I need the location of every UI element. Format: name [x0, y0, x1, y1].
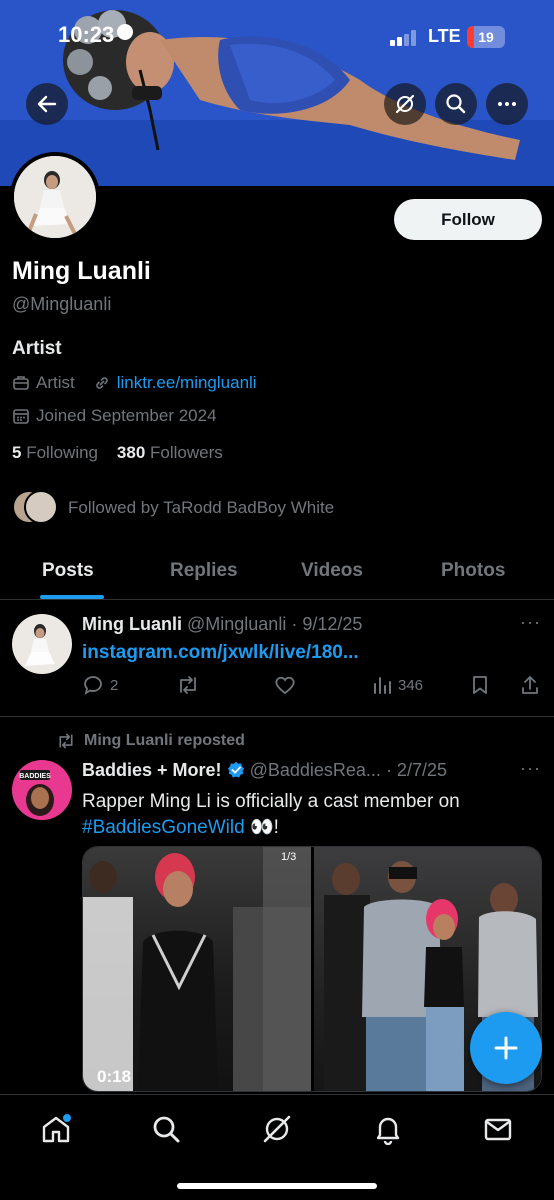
follow-counts: 5 Following 380 Followers — [12, 443, 223, 463]
post-text: Rapper Ming Li is officially a cast memb… — [82, 791, 460, 838]
post-actions: 2 346 — [82, 674, 542, 700]
calendar-icon — [13, 409, 29, 424]
back-button[interactable] — [26, 83, 68, 125]
more-button[interactable] — [486, 83, 528, 125]
bookmark-icon — [473, 676, 487, 694]
followed-by-avatars — [12, 488, 58, 528]
repost-indicator[interactable]: Ming Luanli reposted — [56, 732, 245, 750]
post-handle[interactable]: @BaddiesRea... — [250, 760, 381, 780]
followed-by-text: Followed by TaRodd BadBoy White — [68, 498, 335, 517]
video-image — [83, 847, 311, 1091]
profile-avatar[interactable] — [10, 152, 100, 242]
post-author[interactable]: Baddies + More! — [82, 760, 222, 780]
post-avatar[interactable] — [12, 614, 72, 674]
post-text: instagram.com/jxwlk/live/180... — [82, 642, 359, 664]
profile-bio: Artist — [12, 338, 62, 359]
video-duration: 0:18 — [97, 1067, 132, 1086]
followed-by-row[interactable]: Followed by TaRodd BadBoy White — [12, 488, 334, 528]
plus-icon — [494, 1036, 518, 1060]
video-thumbnail[interactable]: 0:18 1/3 — [83, 847, 311, 1091]
baddies-avatar-image: BADDIES — [12, 760, 72, 820]
bookmark-button[interactable] — [470, 674, 490, 696]
tab-photos[interactable]: Photos — [441, 560, 505, 582]
profile-joined-row: Joined September 2024 — [12, 406, 217, 426]
nav-messages[interactable] — [482, 1113, 514, 1145]
post-hashtag[interactable]: #BaddiesGoneWild — [82, 817, 245, 838]
post-more-button[interactable]: ··· — [520, 758, 541, 779]
status-time: 10:23 — [58, 22, 134, 48]
repost-icon — [180, 676, 196, 694]
battery-icon: 19 — [467, 26, 505, 48]
post-date: · 9/12/25 — [291, 614, 363, 634]
profile-tabs: Posts Replies Videos Photos — [0, 548, 554, 600]
profile-link[interactable]: linktr.ee/mingluanli — [117, 373, 257, 393]
post-link[interactable]: instagram.com/jxwlk/live/180... — [82, 642, 359, 663]
heart-icon — [275, 676, 295, 695]
home-icon — [42, 1114, 71, 1143]
post-header: Ming Luanli @Mingluanli · 9/12/25 — [82, 614, 362, 635]
mail-icon — [484, 1118, 512, 1141]
focus-face-icon — [117, 24, 134, 40]
reply-icon — [84, 676, 102, 695]
follow-button[interactable]: Follow — [394, 199, 542, 240]
views-icon — [374, 677, 391, 694]
avatar-text: BADDIES — [19, 773, 51, 780]
profile-name: Ming Luanli — [12, 257, 151, 285]
share-button[interactable] — [520, 674, 540, 696]
arrow-left-icon — [37, 95, 57, 113]
like-button[interactable] — [274, 674, 296, 696]
bell-icon — [376, 1117, 400, 1146]
briefcase-icon — [13, 376, 29, 390]
tab-posts[interactable]: Posts — [42, 560, 94, 582]
home-indicator — [177, 1183, 377, 1189]
post-author[interactable]: Ming Luanli — [82, 614, 182, 634]
grok-button[interactable] — [384, 83, 426, 125]
media-counter: 1/3 — [281, 851, 297, 863]
link-icon — [95, 377, 108, 389]
nav-home[interactable] — [40, 1113, 72, 1145]
follower-avatar — [24, 490, 58, 524]
grok-icon — [395, 94, 415, 114]
tab-replies[interactable]: Replies — [170, 560, 238, 582]
nav-grok[interactable] — [261, 1113, 293, 1145]
verified-badge-icon — [227, 761, 244, 778]
following-link[interactable]: 5 Following — [12, 443, 98, 462]
post-more-button[interactable]: ··· — [520, 612, 541, 633]
avatar-image — [25, 624, 55, 666]
nav-notifications[interactable] — [372, 1113, 404, 1146]
status-bar: 10:23 LTE 19 — [0, 22, 554, 54]
compose-button[interactable] — [470, 1012, 542, 1084]
profile-category: Artist — [36, 373, 75, 392]
tab-indicator — [40, 595, 104, 599]
profile-handle: @Mingluanli — [12, 294, 112, 314]
followers-link[interactable]: 380 Followers — [117, 443, 223, 462]
bottom-nav — [0, 1094, 554, 1200]
repost-icon — [59, 733, 73, 749]
nav-search[interactable] — [150, 1113, 182, 1145]
profile-meta-row: Artist linktr.ee/mingluanli — [12, 373, 257, 393]
search-button[interactable] — [435, 83, 477, 125]
signal-icon — [390, 30, 416, 46]
reply-button[interactable]: 2 — [82, 674, 118, 696]
post-date: · 2/7/25 — [385, 760, 447, 780]
repost-button[interactable] — [176, 674, 200, 696]
tab-videos[interactable]: Videos — [301, 560, 363, 582]
share-icon — [522, 676, 538, 694]
search-icon — [153, 1116, 180, 1143]
post-avatar[interactable]: BADDIES — [12, 760, 72, 820]
post-divider — [0, 716, 554, 717]
network-type: LTE — [428, 26, 461, 46]
views-button[interactable]: 346 — [372, 674, 423, 696]
more-icon — [498, 102, 516, 106]
grok-icon — [263, 1115, 291, 1143]
post-handle[interactable]: @Mingluanli — [187, 614, 286, 634]
avatar-image — [14, 156, 96, 238]
profile-joined: Joined September 2024 — [36, 406, 217, 425]
search-icon — [446, 94, 466, 114]
post-header: Baddies + More! @BaddiesRea... · 2/7/25 — [82, 760, 447, 781]
